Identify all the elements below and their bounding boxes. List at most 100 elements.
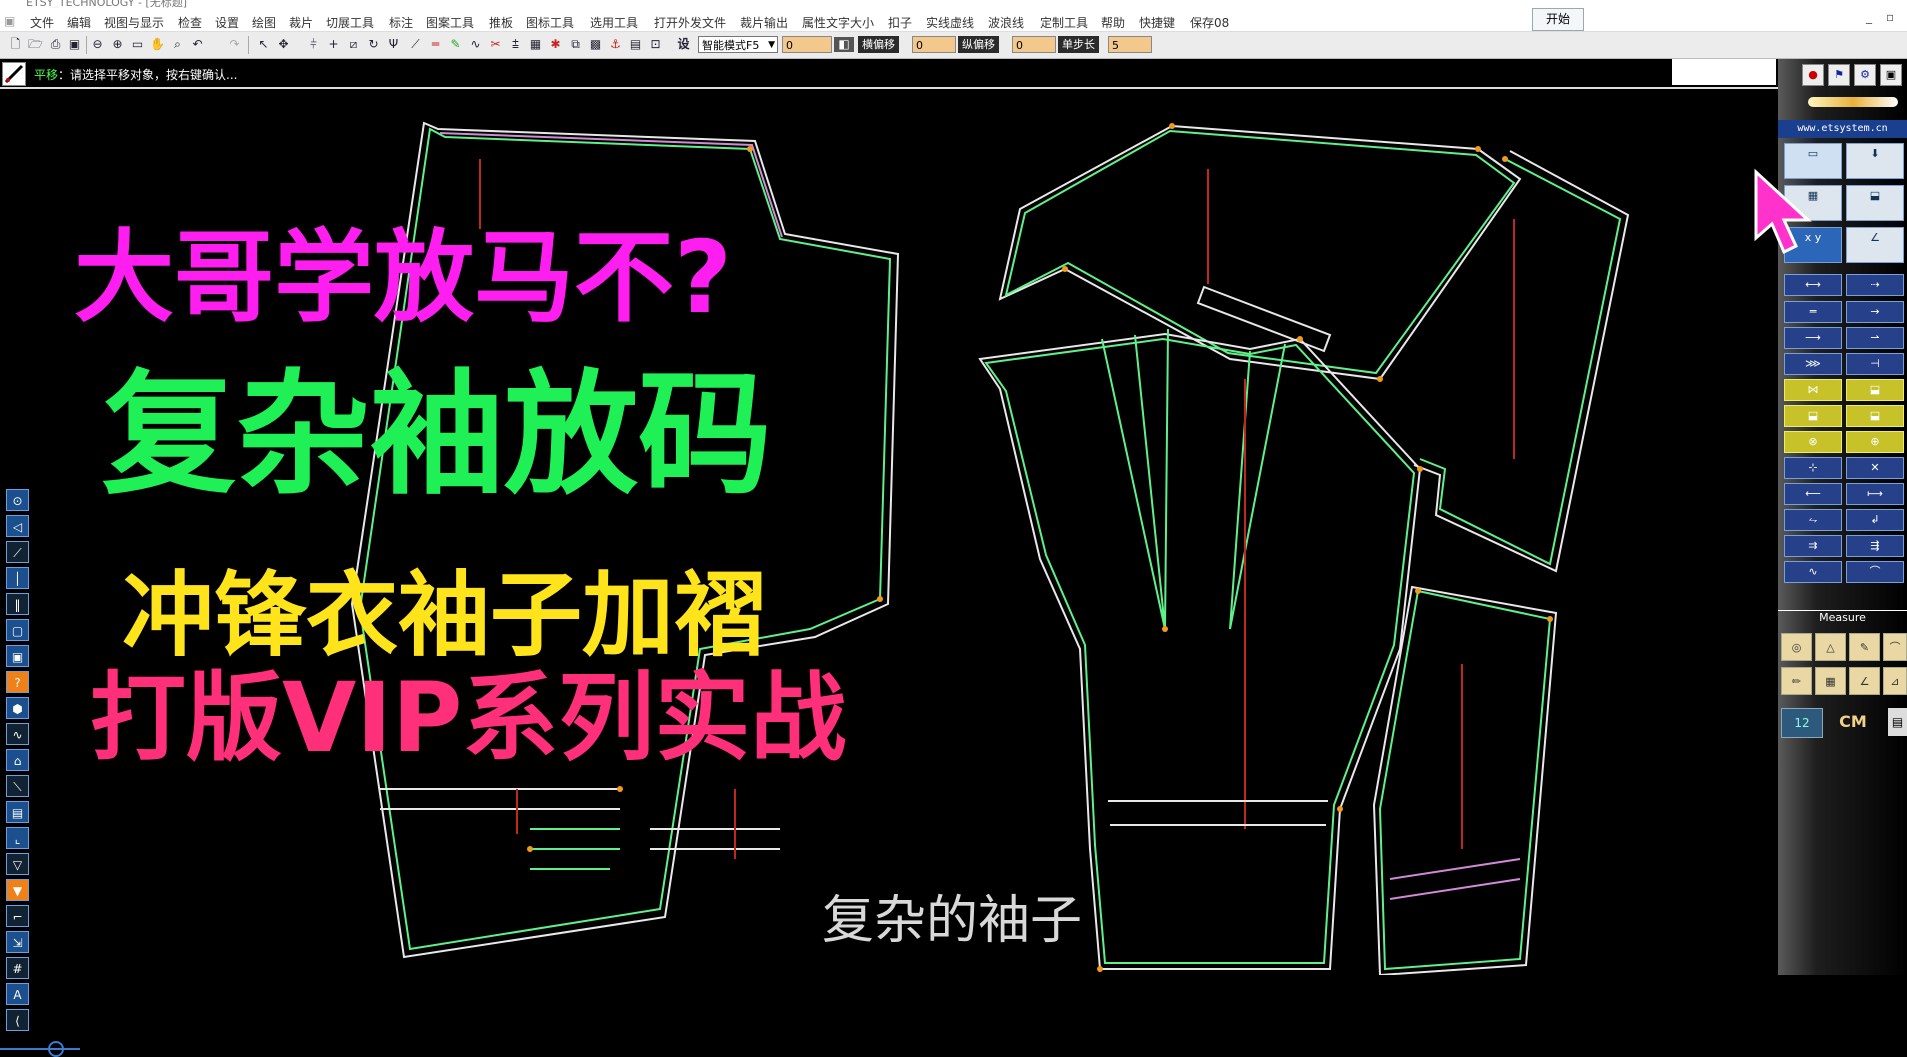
flag-icon[interactable]: ⚑ <box>1828 64 1850 86</box>
align-icon[interactable]: ⫩ <box>306 37 321 52</box>
menu-file[interactable]: 文件 <box>30 14 54 31</box>
double-line-icon[interactable]: ═ <box>428 37 443 52</box>
save-piece-tool[interactable]: ▤ <box>6 801 29 823</box>
anchor-icon[interactable]: ⚓ <box>608 37 623 52</box>
menu-cut-expand[interactable]: 切展工具 <box>326 14 374 31</box>
menu-pieces[interactable]: 裁片 <box>289 14 313 31</box>
save-icon[interactable]: ▣ <box>67 37 82 52</box>
corner-tool[interactable]: ⌞ <box>6 827 29 849</box>
zoom-in-icon[interactable]: ⊕ <box>110 37 125 52</box>
tag-tool-d[interactable]: ⬓ <box>1846 405 1904 427</box>
zoom-window-icon[interactable]: ⌕ <box>170 37 185 52</box>
print-icon[interactable]: ⎙ <box>48 37 63 52</box>
curve-icon[interactable]: ∿ <box>468 37 483 52</box>
restore-button[interactable]: ▫ <box>1886 10 1894 24</box>
scissors-icon[interactable]: ✂ <box>488 37 503 52</box>
shape-tool[interactable]: ⬢ <box>6 697 29 719</box>
status-input-box[interactable] <box>1672 59 1776 85</box>
fork-icon[interactable]: Ψ <box>386 37 401 52</box>
menu-custom-tools[interactable]: 定制工具 <box>1040 14 1088 31</box>
curve-ruler-icon[interactable]: ⌒ <box>1883 633 1907 661</box>
record-icon[interactable]: ● <box>1802 64 1824 86</box>
menu-pattern-tools[interactable]: 图案工具 <box>426 14 474 31</box>
tag-tool-b[interactable]: ⬓ <box>1846 379 1904 401</box>
menu-check[interactable]: 检查 <box>178 14 202 31</box>
tag-tool-c[interactable]: ⬓ <box>1784 405 1842 427</box>
parallel-tool[interactable]: ‖ <box>6 593 29 615</box>
vertical-line-tool[interactable]: │ <box>6 567 29 589</box>
crosshair-icon[interactable]: + <box>326 37 341 52</box>
line-tool-h[interactable]: ⊣ <box>1846 353 1904 375</box>
line-tool-e[interactable]: ⟶ <box>1784 327 1842 349</box>
menu-select-tools[interactable]: 选用工具 <box>590 14 638 31</box>
menu-shortcuts[interactable]: 快捷键 <box>1139 14 1175 31</box>
square-tool[interactable]: ▣ <box>6 645 29 667</box>
tools-icon[interactable]: ⚙ <box>1854 64 1876 86</box>
menu-help[interactable]: 帮助 <box>1101 14 1125 31</box>
move-icon[interactable]: ✥ <box>276 37 291 52</box>
pan-icon[interactable]: ✋ <box>150 37 165 52</box>
mode-select[interactable]: 智能模式F5 ▼ <box>698 36 778 53</box>
line-tool-f[interactable]: ⇀ <box>1846 327 1904 349</box>
line-tool-g[interactable]: ⋙ <box>1784 353 1842 375</box>
calculator-icon[interactable]: ▦ <box>1815 667 1846 695</box>
fit-screen-icon[interactable]: ▭ <box>130 37 145 52</box>
line-tool-m[interactable]: ↲ <box>1846 509 1904 531</box>
menu-settings[interactable]: 设置 <box>215 14 239 31</box>
menu-grading[interactable]: 推板 <box>489 14 513 31</box>
measure-tool[interactable]: ? <box>6 671 29 693</box>
value-input-1[interactable]: 0 <box>782 36 832 53</box>
step-tool[interactable]: ⌐ <box>6 905 29 927</box>
dart-tool[interactable]: ▽ <box>6 853 29 875</box>
zoom-slider[interactable] <box>0 1041 80 1057</box>
pen-icon[interactable]: ✎ <box>448 37 463 52</box>
ruler-pen-icon[interactable]: ✎ <box>1849 633 1880 661</box>
menu-save08[interactable]: 保存08 <box>1190 14 1229 31</box>
zigzag-tool[interactable]: ⋈ <box>1784 379 1842 401</box>
diagonal-tool[interactable]: ⟍ <box>6 775 29 797</box>
line-tool-j[interactable]: ⟵ <box>1784 483 1842 505</box>
line-icon[interactable]: ⟋ <box>408 37 423 52</box>
tag-tool[interactable]: ⬓ <box>1846 185 1904 221</box>
new-file-icon[interactable]: 🗋 <box>8 37 23 52</box>
line-tool-d[interactable]: → <box>1846 301 1904 323</box>
save-disk-icon[interactable]: ▣ <box>1880 64 1902 86</box>
menu-annotate[interactable]: 标注 <box>389 14 413 31</box>
lock-toggle-icon[interactable]: ◧ <box>834 37 854 52</box>
v-offset-input[interactable]: 0 <box>1012 36 1056 53</box>
rectangle-tool[interactable]: ▢ <box>6 619 29 641</box>
compass-icon[interactable]: ⊿ <box>1883 667 1907 695</box>
menu-piece-output[interactable]: 裁片输出 <box>740 14 788 31</box>
step-input[interactable]: 5 <box>1108 36 1152 53</box>
menu-wave-line[interactable]: 波浪线 <box>988 14 1024 31</box>
offset-tool[interactable]: ⇲ <box>6 931 29 953</box>
zoom-out-icon[interactable]: ⊖ <box>90 37 105 52</box>
calc-icon[interactable]: ▤ <box>1888 708 1907 736</box>
app-menu-icon[interactable]: ▣ <box>4 14 15 28</box>
line-tool-l[interactable]: ⥊ <box>1784 509 1842 531</box>
wave-tool-a[interactable]: ∿ <box>1784 561 1842 583</box>
triangle-ruler-icon[interactable]: △ <box>1815 633 1846 661</box>
menu-buttons[interactable]: 扣子 <box>888 14 912 31</box>
drop-down-tool[interactable]: ⬇ <box>1846 143 1904 179</box>
line-tool-i[interactable]: ⊹ <box>1784 457 1842 479</box>
ruler-icon[interactable]: ⩲ <box>508 37 523 52</box>
redo-icon[interactable]: ↷ <box>227 37 242 52</box>
open-icon[interactable]: 🗁 <box>28 37 43 52</box>
menu-view[interactable]: 视图与显示 <box>104 14 164 31</box>
line-tool-o[interactable]: ⇶ <box>1846 535 1904 557</box>
minimize-button[interactable]: _ <box>1866 10 1872 24</box>
pleat-tool[interactable]: ▼ <box>6 879 29 901</box>
layers-icon[interactable]: ▤ <box>628 37 643 52</box>
angle-tool[interactable]: ∠ <box>1846 227 1904 263</box>
menu-draw[interactable]: 绘图 <box>252 14 276 31</box>
delete-tool[interactable]: ✕ <box>1846 457 1904 479</box>
settings-button[interactable]: 设 <box>676 37 691 52</box>
button-tool-b[interactable]: ⊕ <box>1846 431 1904 453</box>
grid-tool[interactable]: # <box>6 957 29 979</box>
select-icon[interactable]: ↖ <box>256 37 271 52</box>
start-button[interactable]: 开始 <box>1532 8 1584 31</box>
menu-edit[interactable]: 编辑 <box>67 14 91 31</box>
line-tool-n[interactable]: ⇉ <box>1784 535 1842 557</box>
image-icon[interactable]: ▩ <box>588 37 603 52</box>
